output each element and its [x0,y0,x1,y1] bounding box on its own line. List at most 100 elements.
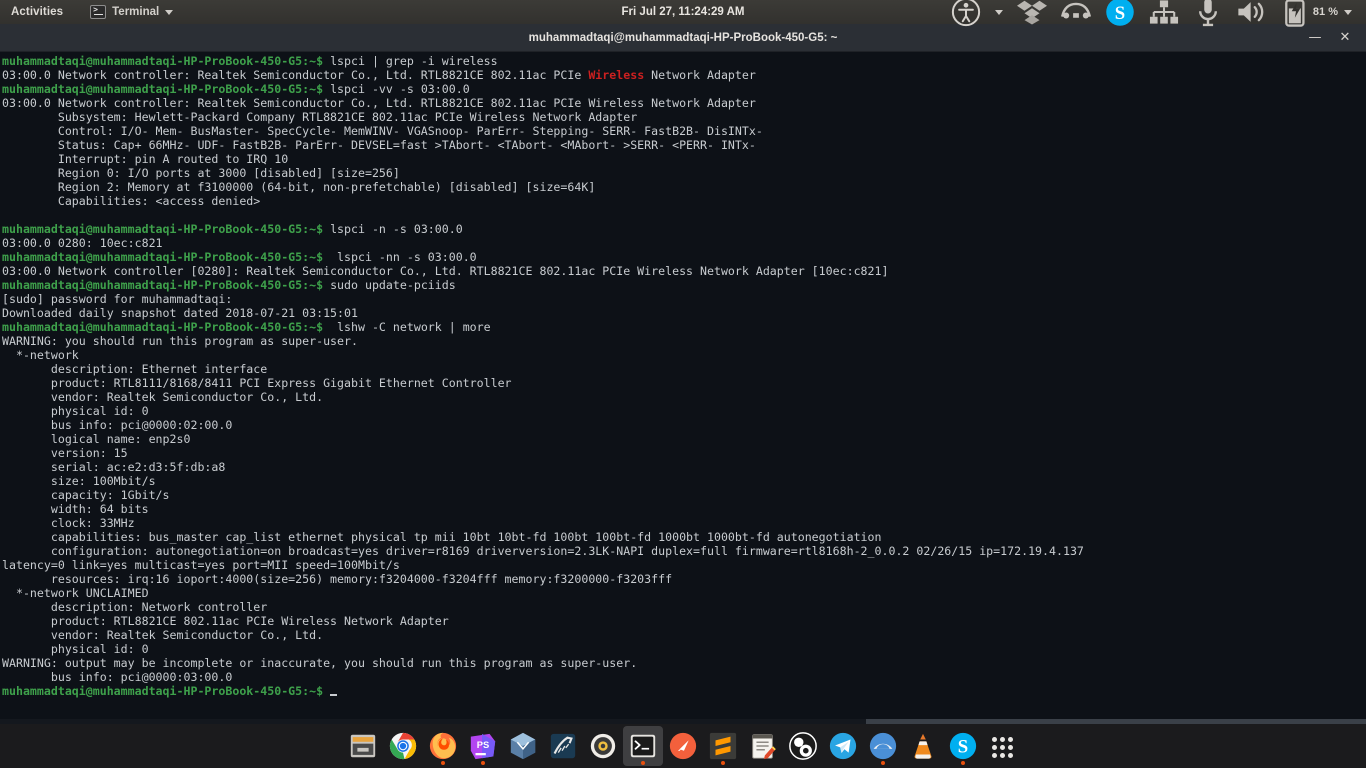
terminal-line: muhammadtaqi@muhammadtaqi-HP-ProBook-450… [2,250,1366,264]
running-indicator-dot [441,761,445,765]
terminal-line: latency=0 link=yes multicast=yes port=MI… [2,558,1366,572]
dock-item-notes[interactable] [743,726,783,766]
terminal-window: muhammadtaqi@muhammadtaqi-HP-ProBook-450… [0,24,1366,724]
dock-item-terminal[interactable] [623,726,663,766]
dock-item-virtualbox[interactable] [503,726,543,766]
skype-icon: S [949,732,977,760]
output-text: configuration: autonegotiation=on broadc… [2,544,1084,558]
dock-item-mysql-workbench[interactable] [543,726,583,766]
battery-percent-label: 81 % [1312,6,1338,18]
dock-item-sublime-text[interactable] [703,726,743,766]
chevron-down-icon [165,9,174,15]
app-menu-label: Terminal [112,6,160,18]
shell-command: lshw -C network | more [323,320,491,334]
svg-text:S: S [1115,3,1125,24]
dock-item-vlc[interactable] [903,726,943,766]
window-titlebar[interactable]: muhammadtaqi@muhammadtaqi-HP-ProBook-450… [0,24,1366,52]
accessibility-icon[interactable] [944,0,988,27]
volume-icon[interactable] [1230,0,1274,24]
dock-item-settings[interactable] [583,726,623,766]
status-indicators: S 81 % [944,0,1366,27]
output-text: serial: ac:e2:d3:5f:db:a8 [2,460,226,474]
running-indicator-dot [721,761,725,765]
terminal-icon [630,734,656,758]
dock-item-files[interactable] [343,726,383,766]
shell-prompt: muhammadtaqi@muhammadtaqi-HP-ProBook-450… [2,54,324,68]
terminal-line: serial: ac:e2:d3:5f:db:a8 [2,460,1366,474]
activities-button[interactable]: Activities [0,0,72,24]
running-indicator-dot [881,761,885,765]
activities-label: Activities [11,6,64,18]
zoom-icon [869,732,897,760]
terminal-line: vendor: Realtek Semiconductor Co., Ltd. [2,628,1366,642]
terminal-line: Interrupt: pin A routed to IRQ 10 [2,152,1366,166]
terminal-line: Capabilities: <access denied> [2,194,1366,208]
output-text: 03:00.0 Network controller: Realtek Semi… [2,96,756,110]
output-text: physical id: 0 [2,642,149,656]
shell-prompt: muhammadtaqi@muhammadtaqi-HP-ProBook-450… [2,320,324,334]
microphone-icon[interactable] [1186,0,1230,27]
terminal-line: size: 100Mbit/s [2,474,1366,488]
terminal-line: muhammadtaqi@muhammadtaqi-HP-ProBook-450… [2,684,1366,698]
dropbox-icon[interactable] [1010,0,1054,25]
vlc-icon [914,733,932,759]
shell-command: lspci -n -s 03:00.0 [323,222,463,236]
text-cursor [330,694,338,696]
skype-tray-icon[interactable]: S [1098,0,1142,26]
grep-match: Wireless [588,68,645,82]
dock-item-show-applications[interactable] [983,726,1023,766]
terminal-line: muhammadtaqi@muhammadtaqi-HP-ProBook-450… [2,82,1366,96]
output-text: Capabilities: <access denied> [2,194,261,208]
terminal-line: WARNING: output may be incomplete or ina… [2,656,1366,670]
terminal-line: Region 2: Memory at f3100000 (64-bit, no… [2,180,1366,194]
dock-item-skype[interactable]: S [943,726,983,766]
system-menu-chevron-icon[interactable] [1340,0,1359,24]
close-button[interactable]: ✕ [1330,24,1360,52]
dock-item-firefox[interactable] [423,726,463,766]
output-text: 03:00.0 0280: 10ec:c821 [2,236,163,250]
dock-item-zoom[interactable] [863,726,903,766]
shell-command: lspci -vv -s 03:00.0 [323,82,470,96]
sublime-text-icon [709,732,737,760]
vpn-icon[interactable] [1054,0,1098,24]
battery-icon[interactable]: 81 % [1274,0,1340,27]
top-bar: Activities Terminal Fri Jul 27, 11:24:29… [0,0,1366,27]
output-text: capacity: 1Gbit/s [2,488,170,502]
terminal-line: 03:00.0 Network controller: Realtek Semi… [2,96,1366,110]
terminal-line: muhammadtaqi@muhammadtaqi-HP-ProBook-450… [2,54,1366,68]
output-text: size: 100Mbit/s [2,474,156,488]
terminal-line: logical name: enp2s0 [2,432,1366,446]
terminal-output-area[interactable]: muhammadtaqi@muhammadtaqi-HP-ProBook-450… [0,52,1366,724]
output-text: bus info: pci@0000:02:00.0 [2,418,233,432]
terminal-line: muhammadtaqi@muhammadtaqi-HP-ProBook-450… [2,278,1366,292]
terminal-line: capabilities: bus_master cap_list ethern… [2,530,1366,544]
output-text: physical id: 0 [2,404,149,418]
terminal-line: bus info: pci@0000:03:00.0 [2,670,1366,684]
output-text: latency=0 link=yes multicast=yes port=MI… [2,558,400,572]
terminal-line [2,208,1366,222]
chevron-down-icon[interactable] [988,0,1010,24]
terminal-text: muhammadtaqi@muhammadtaqi-HP-ProBook-450… [2,54,1366,698]
dock-item-phpstorm[interactable]: PS [463,726,503,766]
terminal-line: 03:00.0 Network controller [0280]: Realt… [2,264,1366,278]
terminal-line: Downloaded daily snapshot dated 2018-07-… [2,306,1366,320]
output-text: resources: irq:16 ioport:4000(size=256) … [2,572,673,586]
dock-item-postman[interactable] [663,726,703,766]
terminal-line: [sudo] password for muhammadtaqi: [2,292,1366,306]
shell-prompt: muhammadtaqi@muhammadtaqi-HP-ProBook-450… [2,82,324,96]
app-menu-button[interactable]: Terminal [82,0,181,24]
terminal-line: physical id: 0 [2,404,1366,418]
output-text: width: 64 bits [2,502,149,516]
files-icon [350,734,376,758]
dock-item-obs-studio[interactable] [783,726,823,766]
obs-icon [789,732,817,760]
dock-item-telegram[interactable] [823,726,863,766]
phpstorm-icon: PS [470,733,496,760]
output-text: vendor: Realtek Semiconductor Co., Ltd. [2,628,324,642]
terminal-line: *-network [2,348,1366,362]
terminal-line: 03:00.0 0280: 10ec:c821 [2,236,1366,250]
minimize-button[interactable]: — [1300,24,1330,52]
network-wired-icon[interactable] [1142,0,1186,24]
dock-item-google-chrome[interactable] [383,726,423,766]
